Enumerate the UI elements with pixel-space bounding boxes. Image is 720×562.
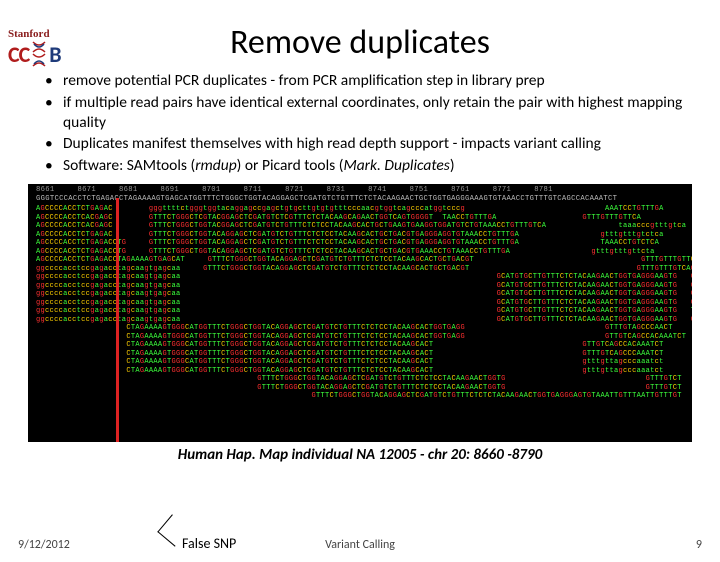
read-row: ggccccacctccgagacctagcaagtgagcaa GCATGTG… xyxy=(36,290,692,299)
read-row: CTAGAAAAGTGGGCATGGTTTCTGGGCTGGTACAGGAGCT… xyxy=(36,324,692,333)
list-item: remove potential PCR duplicates - from P… xyxy=(45,71,690,91)
read-row: CTAGAAAAGTGGGCATGGTTTCTGGGCTGGTACAGGAGCT… xyxy=(36,333,692,342)
read-row: CTAGAAAAGTGGGCATGGTTTCTGGGCTGGTACAGGAGCT… xyxy=(36,367,692,376)
read-row: ggccccacctccgagacctagcaagtgagcaa GCATGTG… xyxy=(36,273,692,282)
viewer-caption: Human Hap. Map individual NA 12005 - chr… xyxy=(0,446,720,464)
read-row: GTTTCTGGGCTGGTACAGGAGCTCGATGTCTGTTTCTCTC… xyxy=(36,375,692,384)
logo-ccsb-text: CC B xyxy=(8,40,61,68)
footer-page-number: 9 xyxy=(696,538,702,552)
read-row: GTTTCTGGGCTGGTACAGGAGCTCGATGTCTGTTTCTCTC… xyxy=(36,392,692,401)
list-item: if multiple read pairs have identical ex… xyxy=(45,93,690,133)
dna-helix-icon xyxy=(30,40,48,68)
read-row: AGCCCCACCTCTGAGACCTG GTTTCTGGGCTGGTACAGG… xyxy=(36,248,692,257)
read-row: AGCCCCACCTCACGAGC GTTTCTGGGCTCGTACGGAGCT… xyxy=(36,214,692,223)
read-row: CTAGAAAAGTGGGCATGGTTTCTGGGCTGGTACAGGAGCT… xyxy=(36,358,692,367)
bullet-list: remove potential PCR duplicates - from P… xyxy=(45,71,690,176)
page-title: Remove duplicates xyxy=(0,22,720,63)
read-row: ggccccacctccgagacctagcaagtgagcaa GTTTCTG… xyxy=(36,265,692,274)
footer-date: 9/12/2012 xyxy=(18,538,70,552)
stanford-ccsb-logo: Stanford CC B xyxy=(8,28,61,68)
consensus-sequence: GGGTCCCACCTCTGAGACCTAGAAAAGTGAGCATGGTTTC… xyxy=(28,195,692,204)
read-row: AGCCCCACCTCACGAGC GTTTCTGGGCTGGTACGGAGCT… xyxy=(36,222,692,231)
read-row: CTAGAAAAGTGGGCATGGTTTCTGGGCTGGTACAGGAGCT… xyxy=(36,350,692,359)
list-item: Duplicates manifest themselves with high… xyxy=(45,134,690,154)
read-row: AGCCCCACCTCTGAGAC gggttttctgggtggtacagga… xyxy=(36,205,692,214)
false-snp-label: False SNP xyxy=(182,535,236,552)
logo-stanford-text: Stanford xyxy=(8,28,61,40)
read-row: AGCCCCACCTCTGAGAC GTTTCTGGGCTGGTACAGGAGC… xyxy=(36,231,692,240)
read-row: CTAGAAAAGTGGGCATGGTTTCTGGGCTGGTACAGGAGCT… xyxy=(36,341,692,350)
position-ruler: 8661 8671 8681 8691 8701 8711 8721 8731 … xyxy=(28,184,692,195)
aligned-reads: AGCCCCACCTCTGAGAC gggttttctgggtggtacagga… xyxy=(28,203,692,401)
snp-highlight-bar xyxy=(116,198,119,442)
read-row: ggccccacctccgagacctagcaagtgagcaa GCATGTG… xyxy=(36,282,692,291)
read-row: AGCCCCACCTCTGAGACCTG GTTTCTGGGCTGGTACAGG… xyxy=(36,239,692,248)
read-row: ggccccacctccgagacctagcaagtgagcaa GCATGTG… xyxy=(36,307,692,316)
read-row: GTTTCTGGGCTGGTACAGGAGCTCGATGTCTGTTTCTCTC… xyxy=(36,384,692,393)
read-row: AGCCCCACCTCTGAGACCTAGAAAAGTGAGCAT GTTTCT… xyxy=(36,256,692,265)
alignment-viewer: 8661 8671 8681 8691 8701 8711 8721 8731 … xyxy=(28,184,692,442)
footer-center: Variant Calling xyxy=(325,538,395,552)
read-row: ggccccacctccgagacctagcaagtgagcaa GCATGTG… xyxy=(36,316,692,325)
list-item: Software: SAMtools (rmdup) or Picard too… xyxy=(45,156,690,176)
read-row: ggccccacctccgagacctagcaagtgagcaa GCATGTG… xyxy=(36,299,692,308)
